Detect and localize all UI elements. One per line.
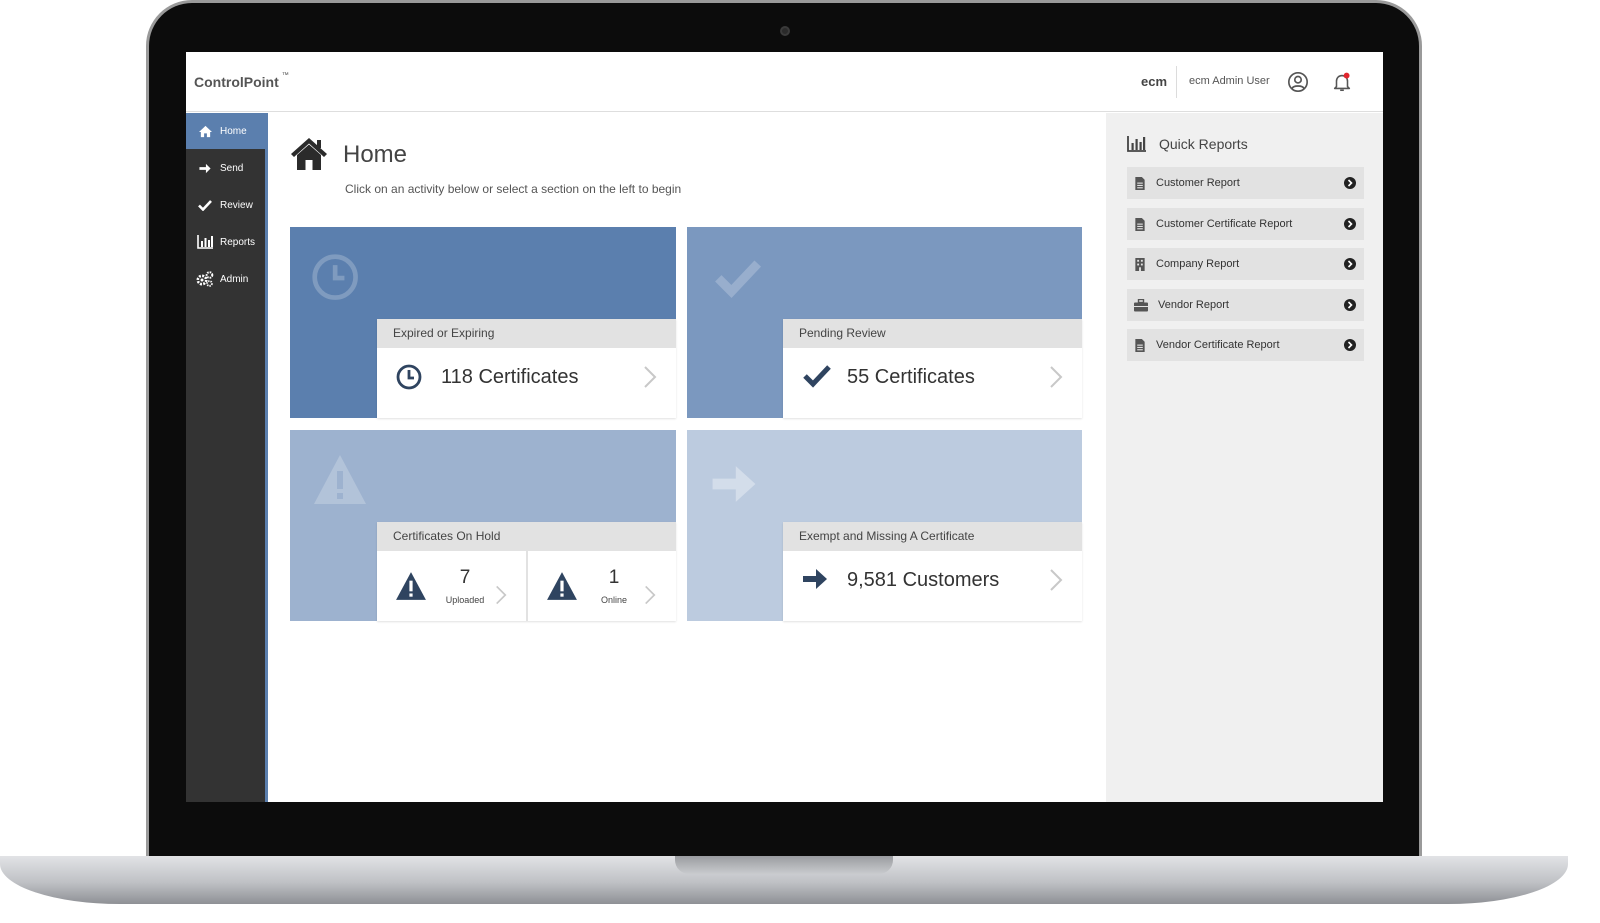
arrow-right-icon (196, 161, 214, 175)
quick-report-label: Vendor Report (1158, 299, 1229, 311)
company-name: ecm (1141, 74, 1168, 89)
circle-arrow-right-icon (1344, 177, 1356, 189)
sidebar-item-label: Send (220, 162, 244, 174)
quick-report-vendor[interactable]: Vendor Report (1127, 289, 1364, 321)
tile-expired-or-expiring[interactable]: Expired or Expiring 118 Certificates (290, 227, 676, 418)
sidebar-item-admin[interactable]: Admin (186, 261, 265, 297)
circle-arrow-right-icon (1344, 339, 1356, 351)
sidebar-nav: Home Send Review Reports Admin (186, 113, 268, 802)
sidebar-item-label: Admin (220, 273, 249, 285)
tile-heading: Certificates On Hold (377, 522, 676, 551)
laptop-notch (675, 856, 893, 874)
quick-reports-panel: Quick Reports Customer Report Customer C… (1106, 113, 1383, 802)
tile-panel: Pending Review 55 Certificates (783, 319, 1082, 418)
tile-pending-review[interactable]: Pending Review 55 Certificates (687, 227, 1082, 418)
warning-icon (547, 572, 577, 600)
document-icon (1135, 176, 1145, 190)
sidebar-item-label: Reports (220, 236, 256, 248)
document-icon (1135, 338, 1145, 352)
page-subtitle: Click on an activity below or select a s… (345, 182, 682, 196)
briefcase-icon (1134, 298, 1148, 311)
tile-panel: Certificates On Hold 7 Uploaded 1 Online (377, 522, 676, 621)
camera (780, 26, 790, 36)
brand-logo[interactable]: ControlPoint ™ (194, 72, 289, 90)
chevron-right-icon (1050, 569, 1063, 591)
quick-report-label: Vendor Certificate Report (1156, 339, 1280, 351)
clock-icon (396, 364, 422, 390)
online-label: Online (600, 595, 627, 605)
notification-bell-icon[interactable] (1331, 71, 1353, 93)
check-icon (715, 260, 762, 298)
on-hold-online[interactable]: 1 Online (526, 551, 676, 621)
tile-metric: 9,581 Customers (847, 569, 1000, 591)
circle-arrow-right-icon (1344, 258, 1356, 270)
sidebar-item-home[interactable]: Home (186, 113, 265, 149)
sidebar-item-reports[interactable]: Reports (186, 224, 265, 260)
tile-heading: Exempt and Missing A Certificate (783, 522, 1082, 551)
online-count: 1 (608, 567, 620, 588)
tile-heading: Pending Review (783, 319, 1082, 348)
bar-chart-icon (196, 235, 214, 249)
warning-icon (396, 572, 426, 600)
quick-reports-title: Quick Reports (1159, 136, 1248, 152)
circle-arrow-right-icon (1344, 218, 1356, 230)
user-account-icon[interactable] (1287, 71, 1309, 93)
quick-report-label: Customer Certificate Report (1156, 218, 1293, 230)
tile-panel: Expired or Expiring 118 Certificates (377, 319, 676, 418)
building-icon (1135, 257, 1145, 271)
arrow-right-icon (803, 569, 827, 589)
clock-icon (312, 254, 358, 300)
on-hold-uploaded[interactable]: 7 Uploaded (377, 551, 526, 621)
warning-icon (314, 455, 366, 504)
quick-report-vendor-certificate[interactable]: Vendor Certificate Report (1127, 329, 1364, 361)
brand-name: ControlPoint (194, 74, 279, 90)
main-content: Home Click on an activity below or selec… (268, 113, 1106, 802)
tile-metric: 118 Certificates (441, 366, 579, 388)
app-screen: ControlPoint ™ ecm ecm Admin User Home Se… (186, 52, 1383, 802)
top-bar: ControlPoint ™ ecm ecm Admin User (186, 52, 1383, 112)
quick-report-company[interactable]: Company Report (1127, 248, 1364, 280)
user-name[interactable]: ecm Admin User (1189, 75, 1270, 87)
home-icon (291, 138, 327, 170)
quick-report-customer[interactable]: Customer Report (1127, 167, 1364, 199)
check-icon (803, 365, 831, 388)
notification-dot (1343, 72, 1350, 79)
tile-metric: 55 Certificates (847, 366, 975, 388)
tile-panel: Exempt and Missing A Certificate 9,581 C… (783, 522, 1082, 621)
header-divider (1176, 66, 1177, 98)
check-icon (196, 198, 214, 212)
page-title: Home (343, 141, 408, 168)
document-icon (1135, 217, 1145, 231)
home-icon (196, 124, 214, 138)
tile-heading: Expired or Expiring (377, 319, 676, 348)
trademark: ™ (281, 72, 289, 79)
chevron-right-icon (645, 585, 656, 605)
chevron-right-icon (644, 366, 657, 388)
bar-chart-icon (1127, 136, 1146, 152)
gears-icon (196, 271, 214, 287)
uploaded-count: 7 (459, 567, 471, 588)
quick-report-label: Customer Report (1156, 177, 1240, 189)
uploaded-label: Uploaded (445, 595, 485, 605)
tile-exempt-missing-certificate[interactable]: Exempt and Missing A Certificate 9,581 C… (687, 430, 1082, 621)
chevron-right-icon (1050, 366, 1063, 388)
arrow-right-icon (712, 466, 756, 502)
chevron-right-icon (496, 585, 507, 605)
sidebar-item-label: Review (220, 199, 253, 211)
quick-report-customer-certificate[interactable]: Customer Certificate Report (1127, 208, 1364, 240)
sidebar-item-send[interactable]: Send (186, 150, 265, 186)
tile-certificates-on-hold: Certificates On Hold 7 Uploaded 1 Online (290, 430, 676, 621)
quick-report-label: Company Report (1156, 258, 1240, 270)
sidebar-item-review[interactable]: Review (186, 187, 265, 223)
circle-arrow-right-icon (1344, 299, 1356, 311)
sidebar-item-label: Home (220, 125, 247, 137)
